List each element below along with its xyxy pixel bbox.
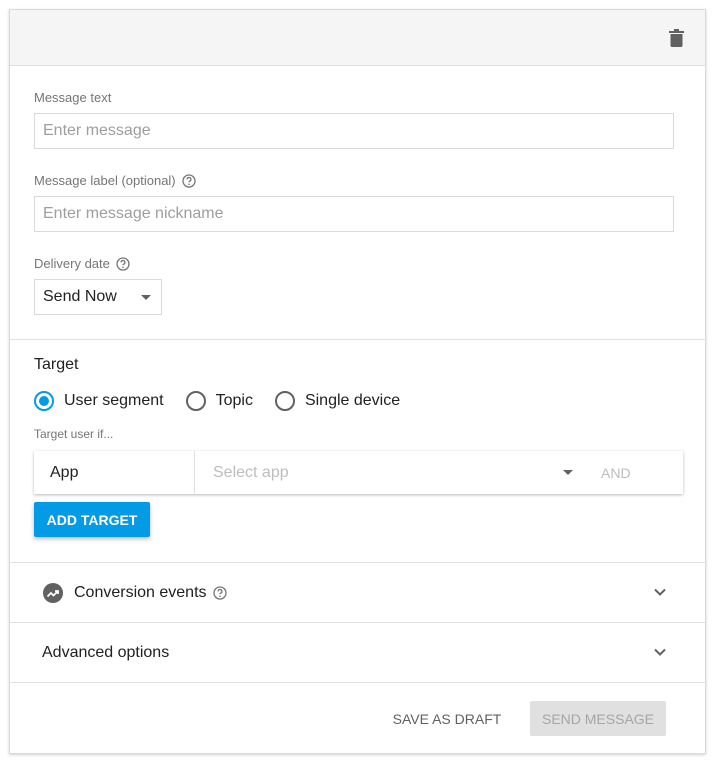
radio-topic-label: Topic (215, 392, 253, 409)
radio-single-device-label: Single device (304, 392, 401, 409)
target-hint: Target user if... (34, 427, 114, 441)
message-label-label-text: Message label (optional) (34, 173, 176, 188)
send-message-button[interactable]: SEND MESSAGE (530, 701, 666, 736)
advanced-options-expander[interactable]: Advanced options (10, 623, 705, 682)
message-text-label-text: Message text (34, 90, 112, 105)
help-icon[interactable] (181, 173, 196, 188)
radio-checked-icon (34, 391, 54, 411)
radio-user-segment[interactable]: User segment (34, 391, 164, 411)
select-app-placeholder: Select app (213, 463, 289, 481)
divider (10, 339, 705, 340)
delivery-date-label-text: Delivery date (34, 256, 110, 271)
caret-down-icon (563, 470, 573, 475)
target-type-radio-group: User segment Topic Single device (34, 390, 400, 412)
chevron-down-icon (654, 588, 666, 596)
target-title: Target (34, 356, 79, 373)
divider (10, 682, 705, 683)
caret-down-icon (141, 295, 151, 300)
message-text-label: Message text (34, 90, 111, 105)
conversion-events-expander[interactable]: Conversion events (10, 563, 705, 622)
message-label-input[interactable] (34, 196, 674, 232)
conversion-events-title: Conversion events (74, 583, 207, 601)
and-button[interactable]: AND (583, 465, 631, 481)
delivery-date-label: Delivery date (34, 256, 130, 271)
target-condition-row: App Select app AND (34, 451, 683, 494)
message-text-input[interactable] (34, 113, 674, 149)
card-header (10, 10, 705, 66)
delete-button[interactable] (665, 26, 687, 50)
help-icon[interactable] (116, 256, 130, 271)
radio-user-segment-label: User segment (64, 392, 164, 409)
delivery-date-select[interactable]: Send Now (34, 279, 162, 315)
target-type-selector[interactable]: App (34, 451, 195, 494)
add-target-button[interactable]: ADD TARGET (34, 502, 150, 537)
radio-topic[interactable]: Topic (185, 391, 253, 411)
target-type-value: App (50, 463, 79, 481)
radio-unchecked-icon (274, 391, 295, 411)
chevron-down-icon (654, 648, 666, 656)
compose-message-card: Message text Message label (optional) De… (9, 9, 706, 754)
trending-up-icon (43, 582, 63, 603)
radio-single-device[interactable]: Single device (274, 391, 401, 411)
delivery-date-value: Send Now (43, 288, 117, 305)
trash-icon (668, 29, 684, 47)
radio-unchecked-icon (185, 391, 206, 411)
help-icon[interactable] (212, 585, 227, 600)
save-as-draft-button[interactable]: SAVE AS DRAFT (382, 701, 512, 736)
select-app-dropdown[interactable]: Select app (195, 451, 583, 494)
message-label-label: Message label (optional) (34, 173, 196, 188)
advanced-options-title: Advanced options (42, 643, 170, 661)
